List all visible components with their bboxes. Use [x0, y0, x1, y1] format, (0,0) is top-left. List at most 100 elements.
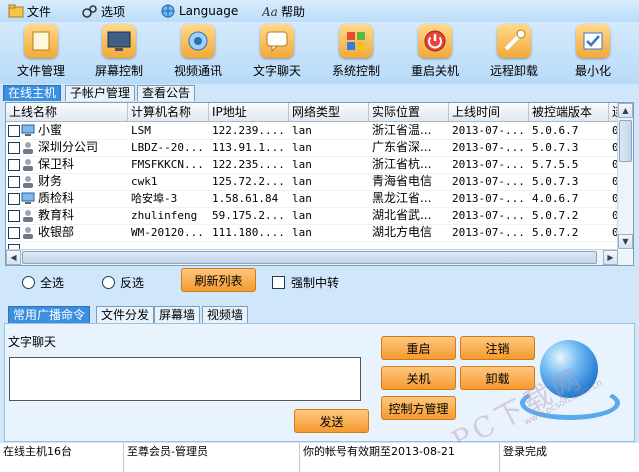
force-relay-checkbox[interactable]: 强制中转 — [272, 274, 339, 291]
table-row[interactable]: 收银部 WM-20120... 111.180.... lan 湖北方电信 20… — [6, 224, 618, 242]
table-row[interactable]: 教育科 zhulinfeng 59.175.2... lan 湖北省武... 2… — [6, 207, 618, 225]
cell-time: 2013-07-... — [452, 124, 525, 137]
logout-button[interactable]: 注销 — [460, 336, 535, 360]
cell-location: 广东省深... — [372, 140, 432, 154]
menu-language[interactable]: Language — [160, 2, 238, 20]
row-checkbox[interactable] — [8, 142, 20, 154]
column-header[interactable]: 实际位置 — [369, 103, 449, 121]
remote-uninstall-button[interactable]: 远程卸载 — [475, 24, 553, 82]
file-manager-button[interactable]: 文件管理 — [2, 24, 80, 82]
table-row[interactable]: 深圳分公司 LBDZ--20... 113.91.1... lan 广东省深..… — [6, 139, 618, 157]
invert-selection-radio[interactable]: 反选 — [102, 274, 144, 291]
system-control-icon — [339, 24, 373, 58]
user-icon — [23, 176, 33, 188]
status-bar: 在线主机16台 至尊会员-管理员 你的帐号有效期至2013-08-21 登录完成 — [0, 443, 639, 472]
scroll-left-icon[interactable]: ◀ — [6, 250, 21, 265]
grid-header: 上线名称 计算机名称 IP地址 网络类型 实际位置 上线时间 被控端版本 连 — [6, 103, 633, 122]
user-icon — [23, 142, 33, 154]
cell-name: 财务 — [38, 174, 63, 188]
table-row[interactable]: 小蜜 LSM 122.239.... lan 浙江省温... 2013-07-.… — [6, 122, 618, 140]
vertical-scrollbar[interactable]: ▲ ▼ — [617, 103, 633, 249]
select-all-radio[interactable]: 全选 — [22, 274, 64, 291]
text-chat-button[interactable]: 文字聊天 — [238, 24, 316, 82]
remote-uninstall-label: 远程卸载 — [489, 64, 538, 78]
table-row[interactable]: 保卫科 FMSFKKCN... 122.235.... lan 浙江省杭... … — [6, 156, 618, 174]
cell-name: 质检科 — [38, 191, 75, 205]
control-admin-button[interactable]: 控制方管理 — [381, 396, 456, 420]
column-header[interactable]: 上线时间 — [449, 103, 529, 121]
tab-announcements[interactable]: 查看公告 — [137, 85, 196, 101]
globe-icon — [160, 4, 176, 18]
tab-online-hosts[interactable]: 在线主机 — [3, 85, 62, 101]
row-checkbox[interactable] — [8, 227, 20, 239]
toolbar: 文件管理 屏幕控制 视频通讯 文字聊天 系统控制 重启关机 远程卸载 最小化 — [0, 22, 639, 84]
table-row[interactable]: 质检科 哈安埠-3 1.58.61.84 lan 黑龙江省... 2013-07… — [6, 190, 618, 208]
menu-options[interactable]: 选项 — [82, 2, 125, 20]
row-checkbox[interactable] — [8, 176, 20, 188]
tab-screen-wall[interactable]: 屏幕墙 — [154, 306, 201, 323]
shutdown-button[interactable]: 关机 — [381, 366, 456, 390]
restart-shutdown-label: 重启关机 — [410, 64, 459, 78]
column-header[interactable]: 被控端版本 — [529, 103, 609, 121]
cell-ip: 122.235.... — [212, 158, 285, 171]
text-chat-label: 文字聊天 — [252, 64, 301, 78]
tab-video-wall[interactable]: 视频墙 — [202, 306, 249, 323]
cell-name: 小蜜 — [38, 123, 63, 137]
tab-file-distribution[interactable]: 文件分发 — [96, 306, 155, 323]
tab-broadcast-commands[interactable]: 常用广播命令 — [8, 306, 91, 323]
status-online-count: 在线主机16台 — [0, 443, 124, 472]
restart-shutdown-button[interactable]: 重启关机 — [396, 24, 474, 82]
menu-file[interactable]: 文件 — [8, 2, 51, 20]
radio-circle[interactable] — [22, 276, 35, 289]
scroll-down-icon[interactable]: ▼ — [618, 234, 633, 249]
system-control-button[interactable]: 系统控制 — [317, 24, 395, 82]
status-expiry: 你的帐号有效期至2013-08-21 — [300, 443, 500, 472]
cell-name: 深圳分公司 — [38, 140, 99, 154]
cell-location: 浙江省温... — [372, 123, 432, 137]
row-checkbox[interactable] — [8, 125, 20, 137]
tab-sub-accounts[interactable]: 子帐户管理 — [65, 85, 136, 101]
cell-time: 2013-07-... — [452, 226, 525, 239]
options-icon — [82, 4, 98, 18]
column-header[interactable]: 计算机名称 — [128, 103, 209, 121]
scroll-up-icon[interactable]: ▲ — [618, 103, 633, 118]
status-member-level: 至尊会员-管理员 — [124, 443, 300, 472]
row-checkbox[interactable] — [8, 193, 20, 205]
radio-circle[interactable] — [102, 276, 115, 289]
checkbox-square[interactable] — [272, 276, 285, 289]
scroll-right-icon[interactable]: ▶ — [603, 250, 618, 265]
cell-name: 收银部 — [38, 225, 75, 239]
user-icon — [23, 159, 33, 171]
scroll-thumb-vertical[interactable] — [619, 120, 632, 162]
cell-ip: 111.180.... — [212, 226, 285, 239]
video-call-button[interactable]: 视频通讯 — [159, 24, 237, 82]
horizontal-scrollbar[interactable]: ◀ ▶ — [6, 249, 618, 265]
send-button[interactable]: 发送 — [294, 409, 369, 433]
cell-version: 5.7.5.5 — [532, 158, 579, 171]
scroll-thumb-horizontal[interactable] — [22, 251, 597, 264]
menu-help[interactable]: Aa 帮助 — [261, 2, 305, 20]
row-checkbox[interactable] — [8, 159, 20, 171]
table-row[interactable]: 财务 cwk1 125.72.2... lan 青海省电信 2013-07-..… — [6, 173, 618, 191]
file-manager-label: 文件管理 — [16, 64, 65, 78]
column-header[interactable]: 网络类型 — [289, 103, 369, 121]
column-header[interactable]: IP地址 — [209, 103, 289, 121]
cell-network: lan — [292, 192, 312, 205]
screen-control-button[interactable]: 屏幕控制 — [80, 24, 158, 82]
minimize-button[interactable]: 最小化 — [554, 24, 632, 82]
invert-label: 反选 — [120, 276, 145, 290]
cell-ip: 122.239.... — [212, 124, 285, 137]
menu-options-label: 选项 — [101, 4, 126, 19]
svg-text:Aa: Aa — [262, 5, 278, 18]
row-checkbox[interactable] — [8, 210, 20, 222]
refresh-list-button[interactable]: 刷新列表 — [181, 268, 256, 292]
screen-control-icon — [102, 24, 136, 58]
cell-location: 青海省电信 — [372, 174, 433, 188]
restart-button[interactable]: 重启 — [381, 336, 456, 360]
cell-computer: FMSFKKCN... — [131, 158, 204, 171]
cell-location: 湖北方电信 — [372, 225, 433, 239]
column-header[interactable]: 上线名称 — [6, 103, 128, 121]
cell-name: 教育科 — [38, 208, 75, 222]
chat-input[interactable] — [9, 357, 361, 401]
minimize-label: 最小化 — [574, 64, 611, 78]
